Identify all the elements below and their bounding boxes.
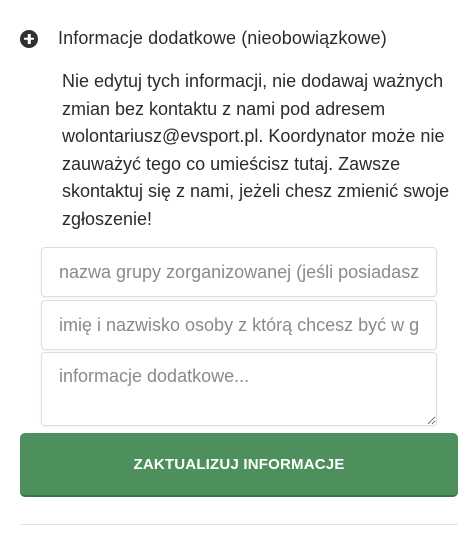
additional-info-textarea[interactable] (41, 352, 437, 426)
additional-info-toggle[interactable]: Informacje dodatkowe (nieobowiązkowe) (20, 28, 387, 49)
plus-circle-icon[interactable] (20, 29, 38, 48)
additional-info-form: Informacje dodatkowe (nieobowiązkowe) Ni… (0, 0, 475, 541)
divider (20, 524, 458, 525)
group-partner-input[interactable] (41, 300, 437, 350)
update-info-button[interactable]: ZAKTUALIZUJ INFORMACJE (20, 433, 458, 495)
section-title: Informacje dodatkowe (nieobowiązkowe) (58, 28, 387, 48)
group-name-input[interactable] (41, 247, 437, 297)
notice-text: Nie edytuj tych informacji, nie dodawaj … (62, 71, 450, 229)
